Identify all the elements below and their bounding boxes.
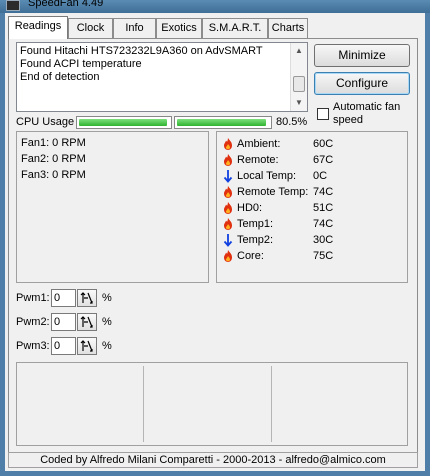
window-frame-left (0, 13, 5, 476)
spinner-arrows-icon (80, 292, 93, 304)
temperature-value: 67C (313, 154, 334, 166)
fan-reading: Fan2: 0 RPM (21, 153, 86, 165)
cpu-usage-bar-1 (76, 116, 172, 129)
temperature-value: 0C (313, 170, 328, 182)
temperature-reading: Ambient: 60C (221, 137, 407, 153)
temperature-value: 30C (313, 234, 334, 246)
temperature-reading: Remote Temp: 74C (221, 185, 407, 201)
log-line: End of detection (20, 71, 100, 83)
detection-log[interactable]: Found Hitachi HTS723232L9A360 on AdvSMAR… (16, 42, 308, 112)
pwm3-unit: % (102, 340, 112, 352)
temperature-value: 74C (313, 186, 334, 198)
spinner-arrows-icon (80, 316, 93, 328)
temperature-label: Temp1: (237, 218, 274, 230)
pwm2-unit: % (102, 316, 112, 328)
pwm2-input[interactable]: 0 (51, 313, 76, 331)
flame-icon (224, 250, 232, 262)
graph-divider (271, 366, 272, 442)
temperature-value: 51C (313, 202, 334, 214)
temperature-value: 75C (313, 250, 334, 262)
arrow-down-icon (223, 170, 233, 183)
temperature-panel: Ambient: 60C Remote: 67C Local Temp: 0C Remote… (216, 131, 408, 283)
temperature-reading: Remote: 67C (221, 153, 407, 169)
log-line: Found Hitachi HTS723232L9A360 on AdvSMAR… (20, 45, 263, 57)
pwm1-input[interactable]: 0 (51, 289, 76, 307)
temperature-label: HD0: (237, 202, 263, 214)
flame-icon (224, 138, 232, 150)
window-frame-right (425, 13, 430, 476)
pwm2-spinner[interactable] (77, 313, 97, 331)
log-scrollbar[interactable]: ▲ ▼ (290, 43, 307, 111)
tab-charts[interactable]: Charts (268, 18, 308, 38)
fan-speed-panel: Fan1: 0 RPM Fan2: 0 RPM Fan3: 0 RPM (16, 131, 209, 283)
configure-button[interactable]: Configure (314, 72, 410, 95)
flame-icon (224, 218, 232, 230)
window-frame-bottom (0, 471, 430, 476)
flame-icon (224, 186, 232, 198)
temperature-reading: HD0: 51C (221, 201, 407, 217)
automatic-fan-speed-label[interactable]: Automatic fan speed (333, 101, 409, 127)
flame-icon (224, 154, 232, 166)
cpu-usage-bar-1-fill (79, 119, 167, 126)
temperature-value: 74C (313, 218, 334, 230)
cpu-usage-bar-2-fill (177, 119, 266, 126)
temperature-label: Local Temp: (237, 170, 297, 182)
cpu-usage-percent: 80.5% (276, 116, 308, 128)
tab-exotics[interactable]: Exotics (156, 18, 202, 38)
temperature-label: Temp2: (237, 234, 274, 246)
tab-smart[interactable]: S.M.A.R.T. (202, 18, 268, 38)
temperature-label: Ambient: (237, 138, 281, 150)
status-bar: Coded by Alfredo Milani Comparetti - 200… (8, 452, 418, 468)
pwm3-input[interactable]: 0 (51, 337, 76, 355)
scroll-down-icon[interactable]: ▼ (291, 95, 307, 111)
log-line: Found ACPI temperature (20, 58, 142, 70)
temperature-label: Remote Temp: (237, 186, 309, 198)
graph-divider (143, 366, 144, 442)
automatic-fan-speed-checkbox[interactable] (317, 108, 329, 120)
spinner-arrows-icon (80, 340, 93, 352)
fan-reading: Fan3: 0 RPM (21, 169, 86, 181)
pwm3-label: Pwm3: (16, 340, 50, 352)
flame-icon (224, 202, 232, 214)
temperature-reading: Local Temp: 0C (221, 169, 407, 185)
window-title: SpeedFan 4.49 (28, 0, 104, 9)
scroll-up-icon[interactable]: ▲ (291, 43, 307, 59)
pwm2-label: Pwm2: (16, 316, 50, 328)
tab-info[interactable]: Info (113, 18, 156, 38)
tab-clock[interactable]: Clock (68, 18, 113, 38)
minimize-button[interactable]: Minimize (314, 44, 410, 67)
graph-area (16, 362, 408, 446)
pwm1-spinner[interactable] (77, 289, 97, 307)
arrow-down-icon (223, 234, 233, 247)
temperature-label: Remote: (237, 154, 279, 166)
scroll-thumb[interactable] (293, 76, 305, 92)
app-icon (6, 0, 20, 11)
tab-readings[interactable]: Readings (8, 16, 68, 39)
temperature-reading: Core: 75C (221, 249, 407, 265)
temperature-value: 60C (313, 138, 334, 150)
temperature-label: Core: (237, 250, 264, 262)
pwm3-spinner[interactable] (77, 337, 97, 355)
temperature-reading: Temp2: 30C (221, 233, 407, 249)
pwm1-label: Pwm1: (16, 292, 50, 304)
cpu-usage-label: CPU Usage (16, 116, 75, 128)
pwm1-unit: % (102, 292, 112, 304)
cpu-usage-bar-2 (174, 116, 272, 129)
temperature-reading: Temp1: 74C (221, 217, 407, 233)
fan-reading: Fan1: 0 RPM (21, 137, 86, 149)
